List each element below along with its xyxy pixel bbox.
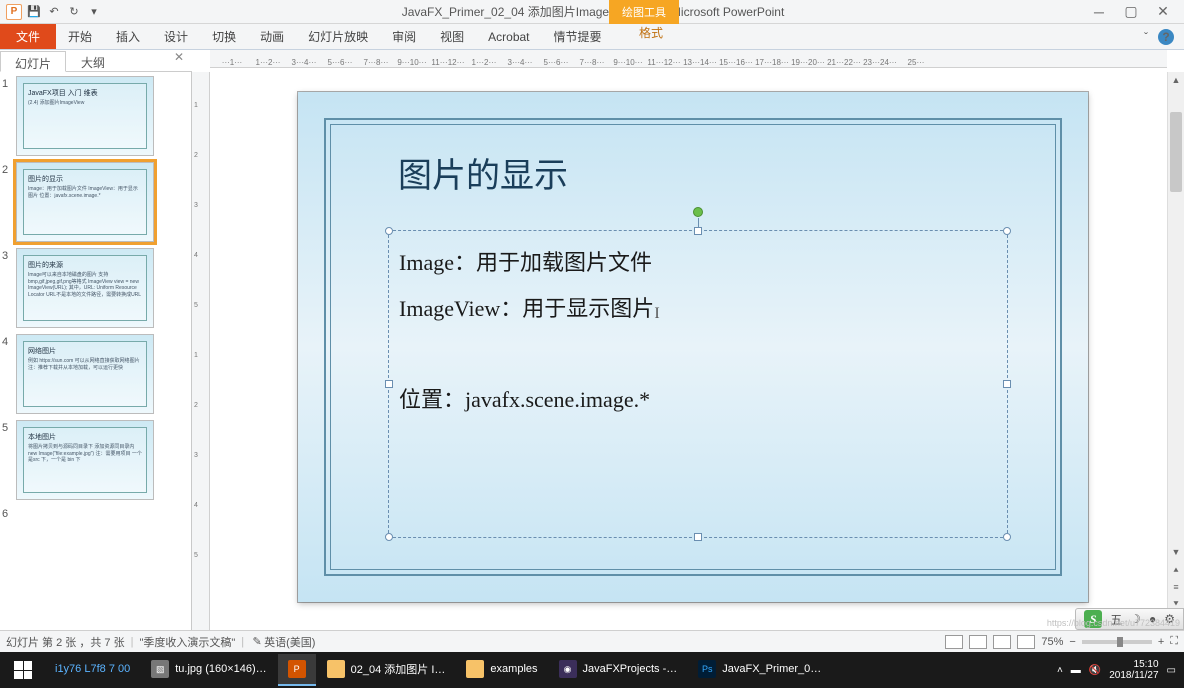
panel-close-icon[interactable]: ✕ <box>166 50 192 71</box>
tab-design[interactable]: 设计 <box>152 24 200 49</box>
tray-notifications-icon[interactable]: ▭ <box>1167 665 1176 676</box>
slide-editor[interactable]: 图片的显示 Image：用于加载图片文件 ImageView：用于显示图片 <box>210 72 1184 612</box>
text-cursor <box>654 289 655 311</box>
tab-view[interactable]: 视图 <box>428 24 476 49</box>
slide-thumbnail-3[interactable]: 图片的来源Image可以来自本地磁盘的图片 支持bmp,gif,jpeg,gif… <box>16 248 154 328</box>
save-icon[interactable]: 💾 <box>26 4 42 20</box>
windows-taskbar[interactable]: i1y76 L7f8 7 00 ▧tu.jpg (160×146)… P 02_… <box>0 652 1184 688</box>
content-line-2: ImageView：用于显示图片 <box>399 289 997 329</box>
taskbar-item-powerpoint[interactable]: P <box>278 654 316 686</box>
taskbar-overlay-text: i1y76 L7f8 7 00 <box>45 654 140 686</box>
watermark-text: https://blog.csdn.net/u772384419 <box>1047 618 1180 628</box>
status-template: "季度收入演示文稿" <box>139 634 235 650</box>
scroll-down-icon[interactable]: ▼ <box>1168 544 1184 560</box>
ribbon-collapse-icon[interactable]: ˇ <box>1144 30 1148 44</box>
reading-view-button[interactable] <box>993 635 1011 649</box>
horizontal-ruler: ···1···1···2···3···4···5···6···7···8···9… <box>210 50 1167 68</box>
slideshow-view-button[interactable] <box>1017 635 1035 649</box>
slide-title-text[interactable]: 图片的显示 <box>398 148 568 197</box>
maximize-button[interactable]: ▢ <box>1124 5 1138 19</box>
vertical-ruler: 1234512345 <box>192 72 210 630</box>
thumbnail-panel[interactable]: 1 JavaFX项目 入门 维表(2.4) 添加图片ImageView 2 图片… <box>0 72 192 630</box>
window-title: JavaFX_Primer_02_04 添加图片ImageView.pptx -… <box>108 3 1078 20</box>
tab-acrobat[interactable]: Acrobat <box>476 24 541 49</box>
close-button[interactable]: ✕ <box>1156 5 1170 19</box>
thumb-number: 1 <box>2 76 16 90</box>
minimize-button[interactable]: ─ <box>1092 5 1106 19</box>
taskbar-item-image[interactable]: ▧tu.jpg (160×146)… <box>141 654 276 686</box>
vertical-scrollbar[interactable]: ▲ ▼ ⯅ ≡ ⯆ <box>1167 72 1184 612</box>
tray-chevron-icon[interactable]: ˄ <box>1057 665 1063 676</box>
tab-file[interactable]: 文件 <box>0 24 56 49</box>
textbox-content[interactable]: Image：用于加载图片文件 ImageView：用于显示图片 位置：javaf… <box>389 231 1007 537</box>
image-icon: ▧ <box>151 660 169 678</box>
eclipse-icon: ◉ <box>559 660 577 678</box>
zoom-slider[interactable] <box>1082 640 1152 644</box>
app-icon: P <box>6 4 22 20</box>
thumb-number: 2 <box>2 162 16 176</box>
slide-nav-button[interactable]: ≡ <box>1168 579 1184 595</box>
thumb-number: 4 <box>2 334 16 348</box>
tray-clock[interactable]: 15:10 2018/11/27 <box>1109 659 1158 681</box>
thumb-number: 3 <box>2 248 16 262</box>
content-textbox[interactable]: Image：用于加载图片文件 ImageView：用于显示图片 位置：javaf… <box>388 230 1008 538</box>
panel-tab-outline[interactable]: 大纲 <box>66 50 120 71</box>
powerpoint-icon: P <box>288 660 306 678</box>
tray-network-icon[interactable]: ▬ <box>1071 665 1081 676</box>
rotate-handle[interactable] <box>693 207 703 217</box>
redo-icon[interactable]: ↻ <box>66 4 82 20</box>
thumb-number: 6 <box>2 506 16 520</box>
start-button[interactable] <box>2 654 44 686</box>
tray-volume-icon[interactable]: 🔇 <box>1089 665 1101 676</box>
slide-thumbnail-2[interactable]: 图片的显示Image：用于加载图片文件 ImageView：用于显示图片 位置：… <box>16 162 154 242</box>
undo-icon[interactable]: ↶ <box>46 4 62 20</box>
prev-slide-button[interactable]: ⯅ <box>1168 562 1184 578</box>
panel-tab-slides[interactable]: 幻灯片 <box>0 51 66 72</box>
folder-icon <box>466 660 484 678</box>
tab-format[interactable]: 格式 <box>627 24 675 41</box>
status-slide-info: 幻灯片 第 2 张 ，共 7 张 <box>6 634 125 650</box>
taskbar-item-eclipse[interactable]: ◉JavaFXProjects -… <box>549 654 688 686</box>
photoshop-icon: Ps <box>698 660 716 678</box>
qat-dropdown-icon[interactable]: ▾ <box>86 4 102 20</box>
scrollbar-thumb[interactable] <box>1170 112 1182 192</box>
fit-window-button[interactable]: ⛶ <box>1170 635 1178 648</box>
tab-home[interactable]: 开始 <box>56 24 104 49</box>
slide-thumbnail-1[interactable]: JavaFX项目 入门 维表(2.4) 添加图片ImageView <box>16 76 154 156</box>
zoom-level[interactable]: 75% <box>1041 636 1063 648</box>
slide-canvas[interactable]: 图片的显示 Image：用于加载图片文件 ImageView：用于显示图片 <box>298 92 1088 602</box>
taskbar-item-photoshop[interactable]: PsJavaFX_Primer_0… <box>688 654 831 686</box>
scroll-up-icon[interactable]: ▲ <box>1168 72 1184 88</box>
tab-insert[interactable]: 插入 <box>104 24 152 49</box>
tab-slideshow[interactable]: 幻灯片放映 <box>296 24 380 49</box>
sorter-view-button[interactable] <box>969 635 987 649</box>
help-icon[interactable]: ? <box>1158 29 1174 45</box>
normal-view-button[interactable] <box>945 635 963 649</box>
folder-icon <box>327 660 345 678</box>
slide-thumbnail-4[interactable]: 网络图片例如 https://sun.com 可以从网络直接获取网络图片 注：推… <box>16 334 154 414</box>
status-language[interactable]: 英语(美国) <box>264 634 315 650</box>
system-tray[interactable]: ˄ ▬ 🔇 15:10 2018/11/27 ▭ <box>1057 659 1182 681</box>
tab-animations[interactable]: 动画 <box>248 24 296 49</box>
taskbar-item-folder1[interactable]: 02_04 添加图片 I… <box>317 654 456 686</box>
spellcheck-icon[interactable]: ✎ <box>250 635 264 649</box>
tab-storyline[interactable]: 情节提要 <box>542 24 614 49</box>
content-line-3: 位置：javafx.scene.image.* <box>399 380 997 420</box>
tab-review[interactable]: 审阅 <box>380 24 428 49</box>
thumb-number: 5 <box>2 420 16 434</box>
tab-transitions[interactable]: 切换 <box>200 24 248 49</box>
slide-thumbnail-5[interactable]: 本地图片将图片拷贝到与源码同目录下 添加资源同目录内 new Image("fi… <box>16 420 154 500</box>
content-line-1: Image：用于加载图片文件 <box>399 243 997 283</box>
zoom-out-button[interactable]: − <box>1069 636 1075 648</box>
zoom-in-button[interactable]: + <box>1158 636 1164 648</box>
taskbar-item-folder2[interactable]: examples <box>456 654 547 686</box>
contextual-tab-label: 绘图工具 <box>609 0 679 24</box>
